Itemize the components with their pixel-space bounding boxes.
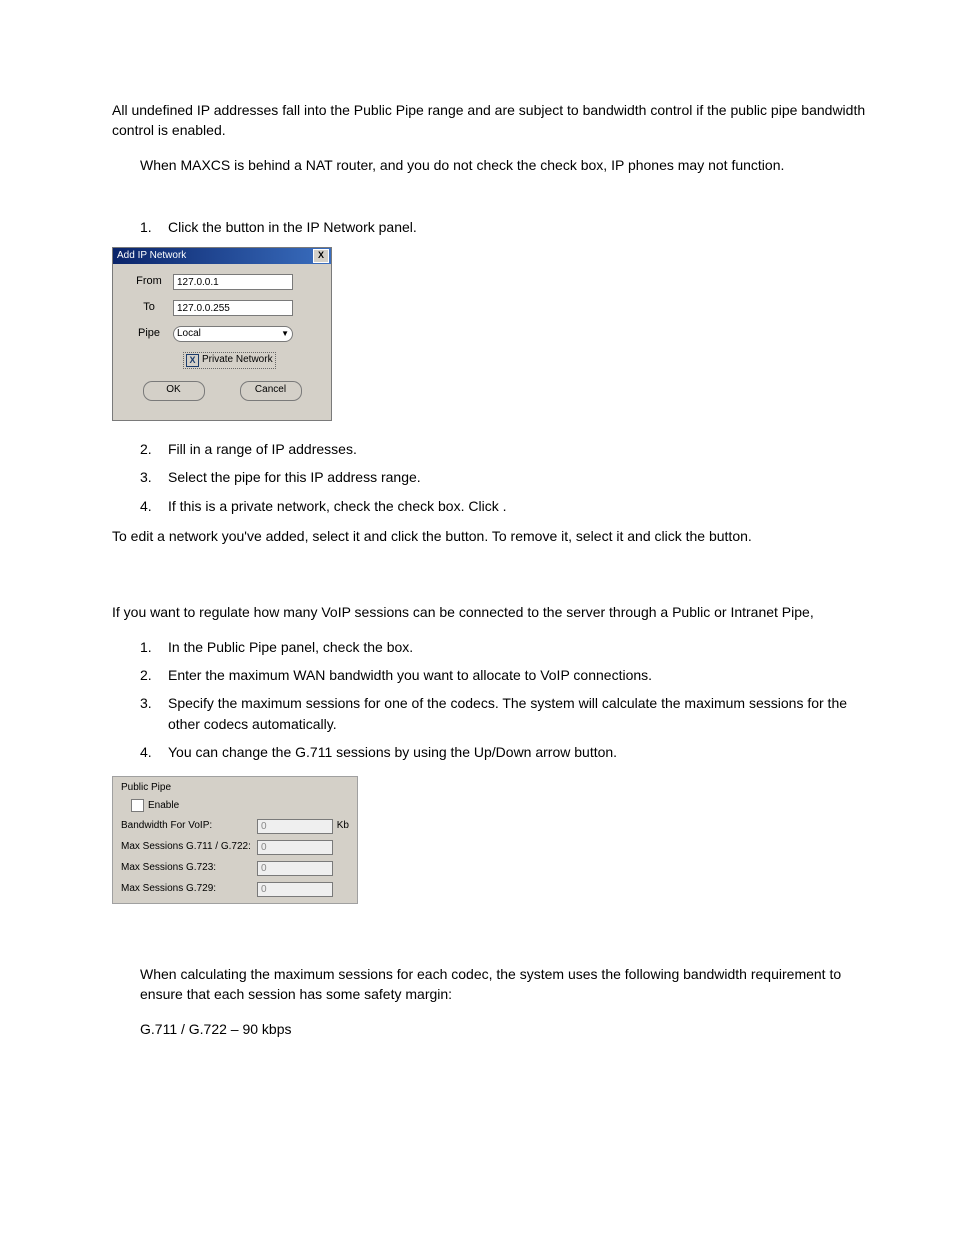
list-number: 4. — [140, 496, 168, 516]
document-page: All undefined IP addresses fall into the… — [0, 0, 954, 1235]
list-number: 1. — [140, 217, 168, 237]
add-network-steps-cont: 2. Fill in a range of IP addresses. 3. S… — [112, 439, 874, 516]
list-text: In the Public Pipe panel, check the box. — [168, 637, 413, 657]
calc-note: When calculating the maximum sessions fo… — [112, 964, 874, 1005]
g729-label: Max Sessions G.729: — [121, 882, 216, 897]
ok-button[interactable]: OK — [143, 381, 205, 401]
g711-label: Max Sessions G.711 / G.722: — [121, 840, 251, 855]
intro-paragraph: All undefined IP addresses fall into the… — [112, 100, 874, 141]
list-text: Enter the maximum WAN bandwidth you want… — [168, 665, 652, 685]
bandwidth-input[interactable] — [257, 819, 333, 834]
cancel-button[interactable]: Cancel — [240, 381, 302, 401]
list-number: 3. — [140, 693, 168, 734]
private-network-checkbox[interactable]: X Private Network — [183, 352, 276, 369]
enable-label: Enable — [148, 799, 179, 814]
public-pipe-group-label: Public Pipe — [121, 781, 349, 796]
add-network-steps: 1. Click the button in the IP Network pa… — [112, 217, 874, 237]
list-text: Fill in a range of IP addresses. — [168, 439, 357, 459]
list-text: Specify the maximum sessions for one of … — [168, 693, 874, 734]
to-label: To — [125, 300, 173, 316]
pipe-dropdown[interactable]: Local ▼ — [173, 326, 293, 342]
edit-remove-note: To edit a network you've added, select i… — [112, 526, 874, 546]
pipe-label: Pipe — [125, 326, 173, 342]
nat-note: When MAXCS is behind a NAT router, and y… — [112, 155, 874, 175]
kb-unit: Kb — [333, 819, 349, 834]
pipe-value: Local — [177, 327, 201, 342]
list-number: 4. — [140, 742, 168, 762]
to-input[interactable] — [173, 300, 293, 316]
g723-label: Max Sessions G.723: — [121, 861, 216, 876]
list-text: If this is a private network, check the … — [168, 496, 506, 516]
from-label: From — [125, 274, 173, 290]
close-icon[interactable]: X — [313, 249, 329, 263]
list-text: Select the pipe for this IP address rang… — [168, 467, 421, 487]
g711-spec: G.711 / G.722 – 90 kbps — [112, 1019, 874, 1039]
g711-input[interactable] — [257, 840, 333, 855]
list-number: 2. — [140, 439, 168, 459]
bandwidth-steps: 1. In the Public Pipe panel, check the b… — [112, 637, 874, 762]
chevron-down-icon: ▼ — [281, 328, 289, 340]
checkbox-box — [131, 799, 144, 812]
enable-checkbox[interactable]: Enable — [131, 799, 349, 814]
g723-input[interactable] — [257, 861, 333, 876]
list-text: Click the button in the IP Network panel… — [168, 217, 417, 237]
dialog-title: Add IP Network — [117, 249, 186, 264]
checkbox-box: X — [186, 354, 199, 367]
bandwidth-label: Bandwidth For VoIP: — [121, 819, 212, 834]
list-number: 3. — [140, 467, 168, 487]
checkbox-label: Private Network — [202, 353, 273, 368]
list-number: 1. — [140, 637, 168, 657]
g729-input[interactable] — [257, 882, 333, 897]
from-input[interactable] — [173, 274, 293, 290]
list-number: 2. — [140, 665, 168, 685]
dialog-titlebar: Add IP Network X — [113, 248, 331, 264]
public-pipe-panel: Public Pipe Enable Bandwidth For VoIP: K… — [112, 776, 358, 904]
bandwidth-intro: If you want to regulate how many VoIP se… — [112, 602, 874, 622]
add-ip-network-dialog: Add IP Network X From To Pipe Local ▼ X — [112, 247, 332, 421]
list-text: You can change the G.711 sessions by usi… — [168, 742, 617, 762]
